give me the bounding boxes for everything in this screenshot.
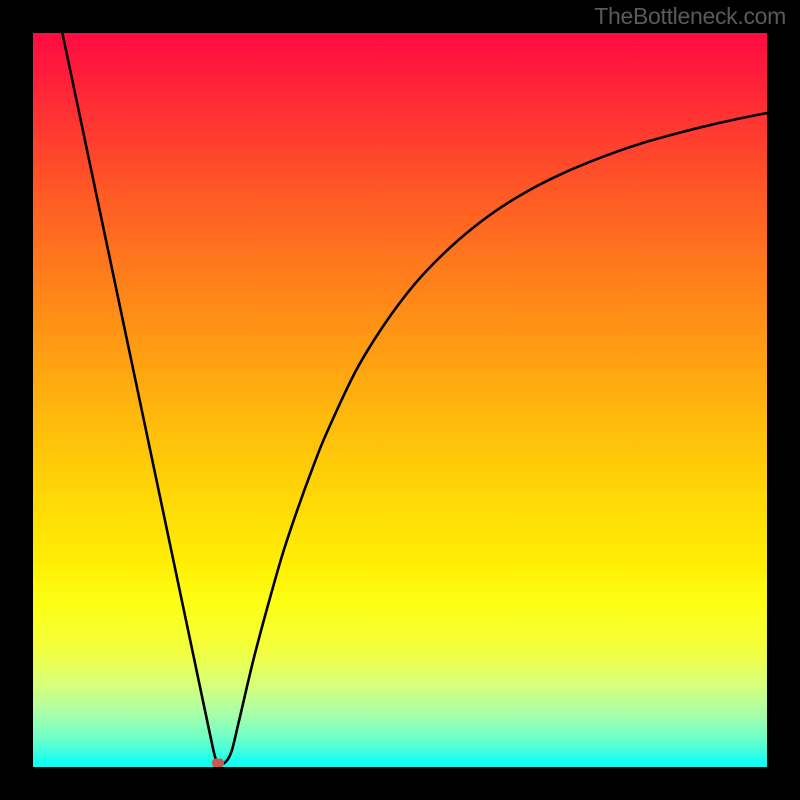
plot-area [33, 33, 767, 767]
attribution-text: TheBottleneck.com [594, 3, 786, 30]
chart-frame: TheBottleneck.com [0, 0, 800, 800]
minimum-marker [212, 759, 224, 767]
curve-layer [33, 33, 767, 767]
bottleneck-curve [62, 33, 767, 765]
